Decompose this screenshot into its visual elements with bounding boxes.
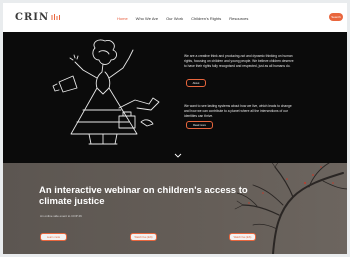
logo-text: CRIN xyxy=(15,11,50,23)
nav-resources[interactable]: Resources xyxy=(229,16,248,21)
nav-our-work[interactable]: Our Work xyxy=(166,16,183,21)
watch-live-es-button-label: Watch live (ES) xyxy=(233,235,252,239)
site-header: CRIN Home Who We Are Our Work Children's… xyxy=(3,3,347,32)
nav-childrens-rights[interactable]: Children's Rights xyxy=(191,16,221,21)
watch-live-en-button[interactable]: Watch live (EN) xyxy=(130,233,157,241)
nav-who-we-are[interactable]: Who We Are xyxy=(136,16,158,21)
learn-more-button-label: Learn more xyxy=(46,235,61,239)
about-button[interactable]: About xyxy=(186,79,206,87)
hero-section: We are a creative think and producing-no… xyxy=(3,32,347,163)
nav-home[interactable]: Home xyxy=(117,16,128,21)
read-more-button-label: Read more xyxy=(193,123,206,127)
watch-live-es-button[interactable]: Watch live (ES) xyxy=(229,233,256,241)
webinar-banner: An interactive webinar on children's acc… xyxy=(3,163,347,254)
search-button-label: Search xyxy=(331,15,341,19)
hero-mission-text: We want to see lasting systems about how… xyxy=(184,104,292,119)
chevron-down-icon[interactable] xyxy=(174,153,182,158)
learn-more-button[interactable]: Learn more xyxy=(40,233,67,241)
read-more-button[interactable]: Read more xyxy=(186,121,213,129)
webinar-subtitle: An online side event to COP 26 xyxy=(40,214,82,218)
about-button-label: About xyxy=(192,81,200,85)
logo-mark-icon xyxy=(51,14,61,20)
website-frame: CRIN Home Who We Are Our Work Children's… xyxy=(3,3,347,254)
crin-logo[interactable]: CRIN xyxy=(15,10,61,24)
webinar-title: An interactive webinar on children's acc… xyxy=(39,185,248,207)
hero-intro-text: We are a creative think and producing-no… xyxy=(184,54,294,69)
watch-live-en-button-label: Watch live (EN) xyxy=(134,235,153,239)
main-navigation: Home Who We Are Our Work Children's Righ… xyxy=(117,12,248,24)
search-button[interactable]: Search xyxy=(329,13,343,21)
line-art-figure-icon xyxy=(52,39,160,145)
